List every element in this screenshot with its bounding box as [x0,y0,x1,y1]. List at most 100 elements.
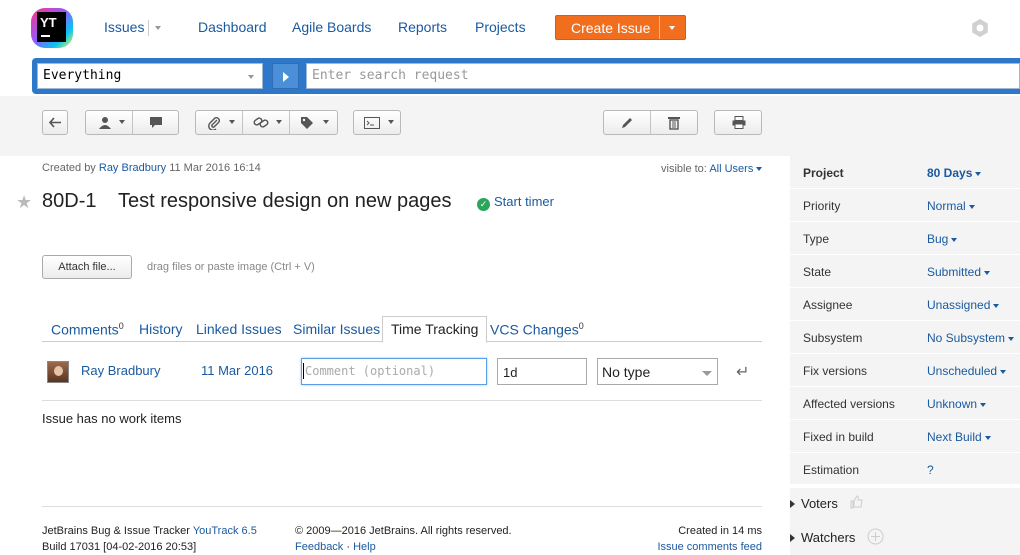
tab-similar-issues[interactable]: Similar Issues [293,321,380,337]
text-cursor [303,363,304,379]
field-value[interactable]: Unknown [927,397,987,411]
tab-comments-label: Comments [51,321,119,338]
footer-feedback-link[interactable]: Feedback [295,541,343,553]
field-value[interactable]: Unassigned [927,298,1000,312]
field-value-text: Next Build [927,430,982,444]
divider [42,506,762,507]
youtrack-logo[interactable]: YT [31,8,73,48]
nav-separator [148,20,149,36]
top-navigation: YT Issues Dashboard Agile Boards Reports… [0,0,1020,56]
delete-icon [668,117,680,130]
assignee-button[interactable] [86,111,133,134]
attachment-icon [208,117,220,130]
nav-dashboard[interactable]: Dashboard [198,19,267,35]
field-value[interactable]: Submitted [927,265,991,279]
field-name: Priority [803,199,841,213]
edit-button[interactable] [604,111,651,134]
field-value[interactable]: Unscheduled [927,364,1007,378]
work-item-author[interactable]: Ray Bradbury [81,363,160,378]
field-value-text: Normal [927,199,966,213]
footer-help-link[interactable]: Help [353,541,376,553]
tab-linked-issues[interactable]: Linked Issues [196,321,282,337]
field-value[interactable]: Normal [927,199,975,213]
field-fixed-in-build: Fixed in build Next Build [790,420,1020,453]
voters-label: Voters [801,496,838,511]
tab-time-tracking[interactable]: Time Tracking [382,316,488,343]
footer-copyright: © 2009—2016 JetBrains. All rights reserv… [295,523,512,555]
issue-author-link[interactable]: Ray Bradbury [99,162,166,174]
avatar [47,361,69,383]
issue-id: 80D-1 [42,190,97,212]
chevron-down-icon [984,270,991,275]
field-value-text: Unknown [927,397,978,411]
nav-agile-boards[interactable]: Agile Boards [292,19,371,35]
search-input[interactable]: Enter search request [306,63,1020,89]
nav-projects[interactable]: Projects [475,19,526,35]
tab-history[interactable]: History [139,321,183,337]
footer-comments-feed-link[interactable]: Issue comments feed [657,539,762,555]
work-item-duration-input[interactable]: 1d [497,358,587,385]
watchers-label: Watchers [801,530,856,545]
attach-file-button[interactable]: Attach file... [42,255,132,279]
footer-copyright-text: © 2009—2016 JetBrains. All rights reserv… [295,525,512,537]
field-value[interactable]: 80 Days [927,166,982,180]
star-icon[interactable]: ★ [16,192,32,213]
back-arrow-icon [49,117,61,128]
issue-main: Created by Ray Bradbury 11 Mar 2016 16:1… [0,156,790,555]
tab-vcs-changes-count: 0 [578,321,584,331]
add-watcher-icon[interactable] [867,528,884,545]
footer-product-link[interactable]: YouTrack 6.5 [193,525,257,537]
chevron-down-icon [980,402,987,407]
tab-vcs-changes[interactable]: VCS Changes0 [490,321,584,338]
field-value[interactable]: No Subsystem [927,331,1015,345]
command-button[interactable] [353,110,401,135]
footer-build: Build 17031 [04-02-2016 20:53] [42,541,197,553]
field-affected-versions: Affected versions Unknown [790,387,1020,420]
nav-reports[interactable]: Reports [398,19,447,35]
create-issue-button[interactable]: Create Issue [555,15,686,40]
field-name: Affected versions [803,397,895,411]
field-value[interactable]: ? [927,463,934,477]
attach-link-tag-group [195,110,338,135]
footer-product: JetBrains Bug & Issue Tracker YouTrack 6… [42,523,257,555]
link-button[interactable] [243,111,290,134]
visible-to-value: All Users [709,163,754,175]
visibility-select[interactable]: All Users [709,163,763,175]
search-go-button[interactable] [272,63,299,89]
chevron-down-icon [155,26,161,31]
nav-issues[interactable]: Issues [104,19,144,35]
chevron-down-icon [669,26,675,30]
field-project: Project 80 Days [790,156,1020,189]
print-button[interactable] [714,110,762,135]
work-item-type-select[interactable]: No type [597,358,718,385]
comment-button[interactable] [133,111,179,134]
back-button[interactable] [42,110,68,135]
tag-button[interactable] [290,111,337,134]
chevron-down-icon [1000,369,1007,374]
enter-icon[interactable]: ↵ [736,362,749,382]
create-issue-dropdown[interactable] [659,16,685,39]
chevron-down-icon [968,204,975,209]
field-value-text: Unassigned [927,298,991,312]
field-value[interactable]: Next Build [927,430,991,444]
start-timer-link[interactable]: ✓ Start timer [477,194,554,211]
thumbs-up-icon[interactable] [849,495,863,509]
attach-button[interactable] [196,111,243,134]
nav-issues-dropdown[interactable] [152,19,161,35]
chevron-down-icon [951,237,958,242]
field-value-text: Submitted [927,265,982,279]
issue-summary[interactable]: Test responsive design on new pages [118,190,452,213]
logo-text: YT [40,15,57,30]
create-issue-label: Create Issue [571,20,651,36]
gear-icon[interactable] [970,18,990,38]
created-by-label: Created by [42,162,96,174]
work-item-date[interactable]: 11 Mar 2016 [201,363,273,378]
issue-toolbar [0,96,1020,156]
search-context-select[interactable]: Everything [37,63,263,89]
work-item-comment-input[interactable]: Comment (optional) [301,358,487,385]
edit-delete-group [603,110,698,135]
tab-comments[interactable]: Comments0 [51,321,124,338]
delete-button[interactable] [651,111,698,134]
field-name: Type [803,232,830,246]
field-value[interactable]: Bug [927,232,958,246]
